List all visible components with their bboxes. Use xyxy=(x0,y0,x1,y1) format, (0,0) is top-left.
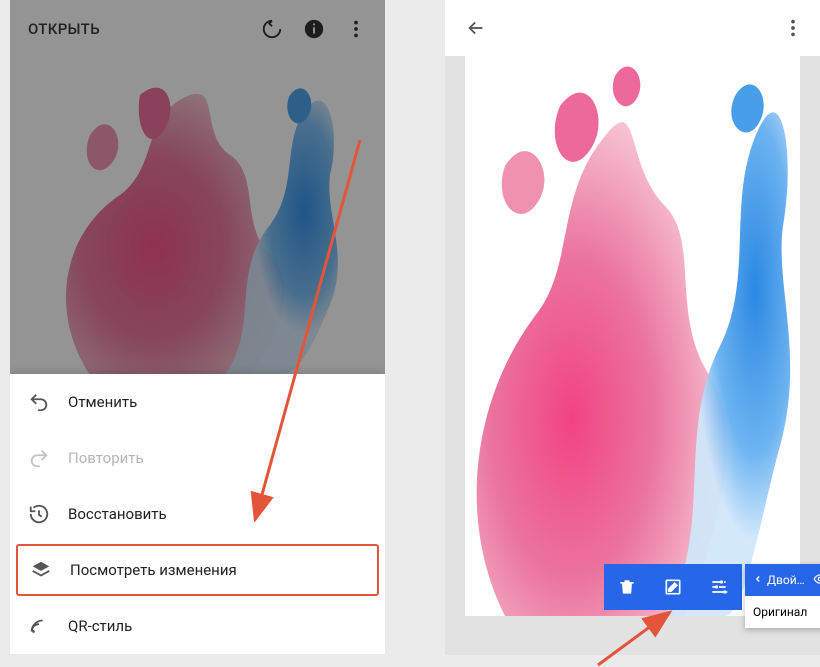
annotation-arrow-right xyxy=(0,0,820,667)
